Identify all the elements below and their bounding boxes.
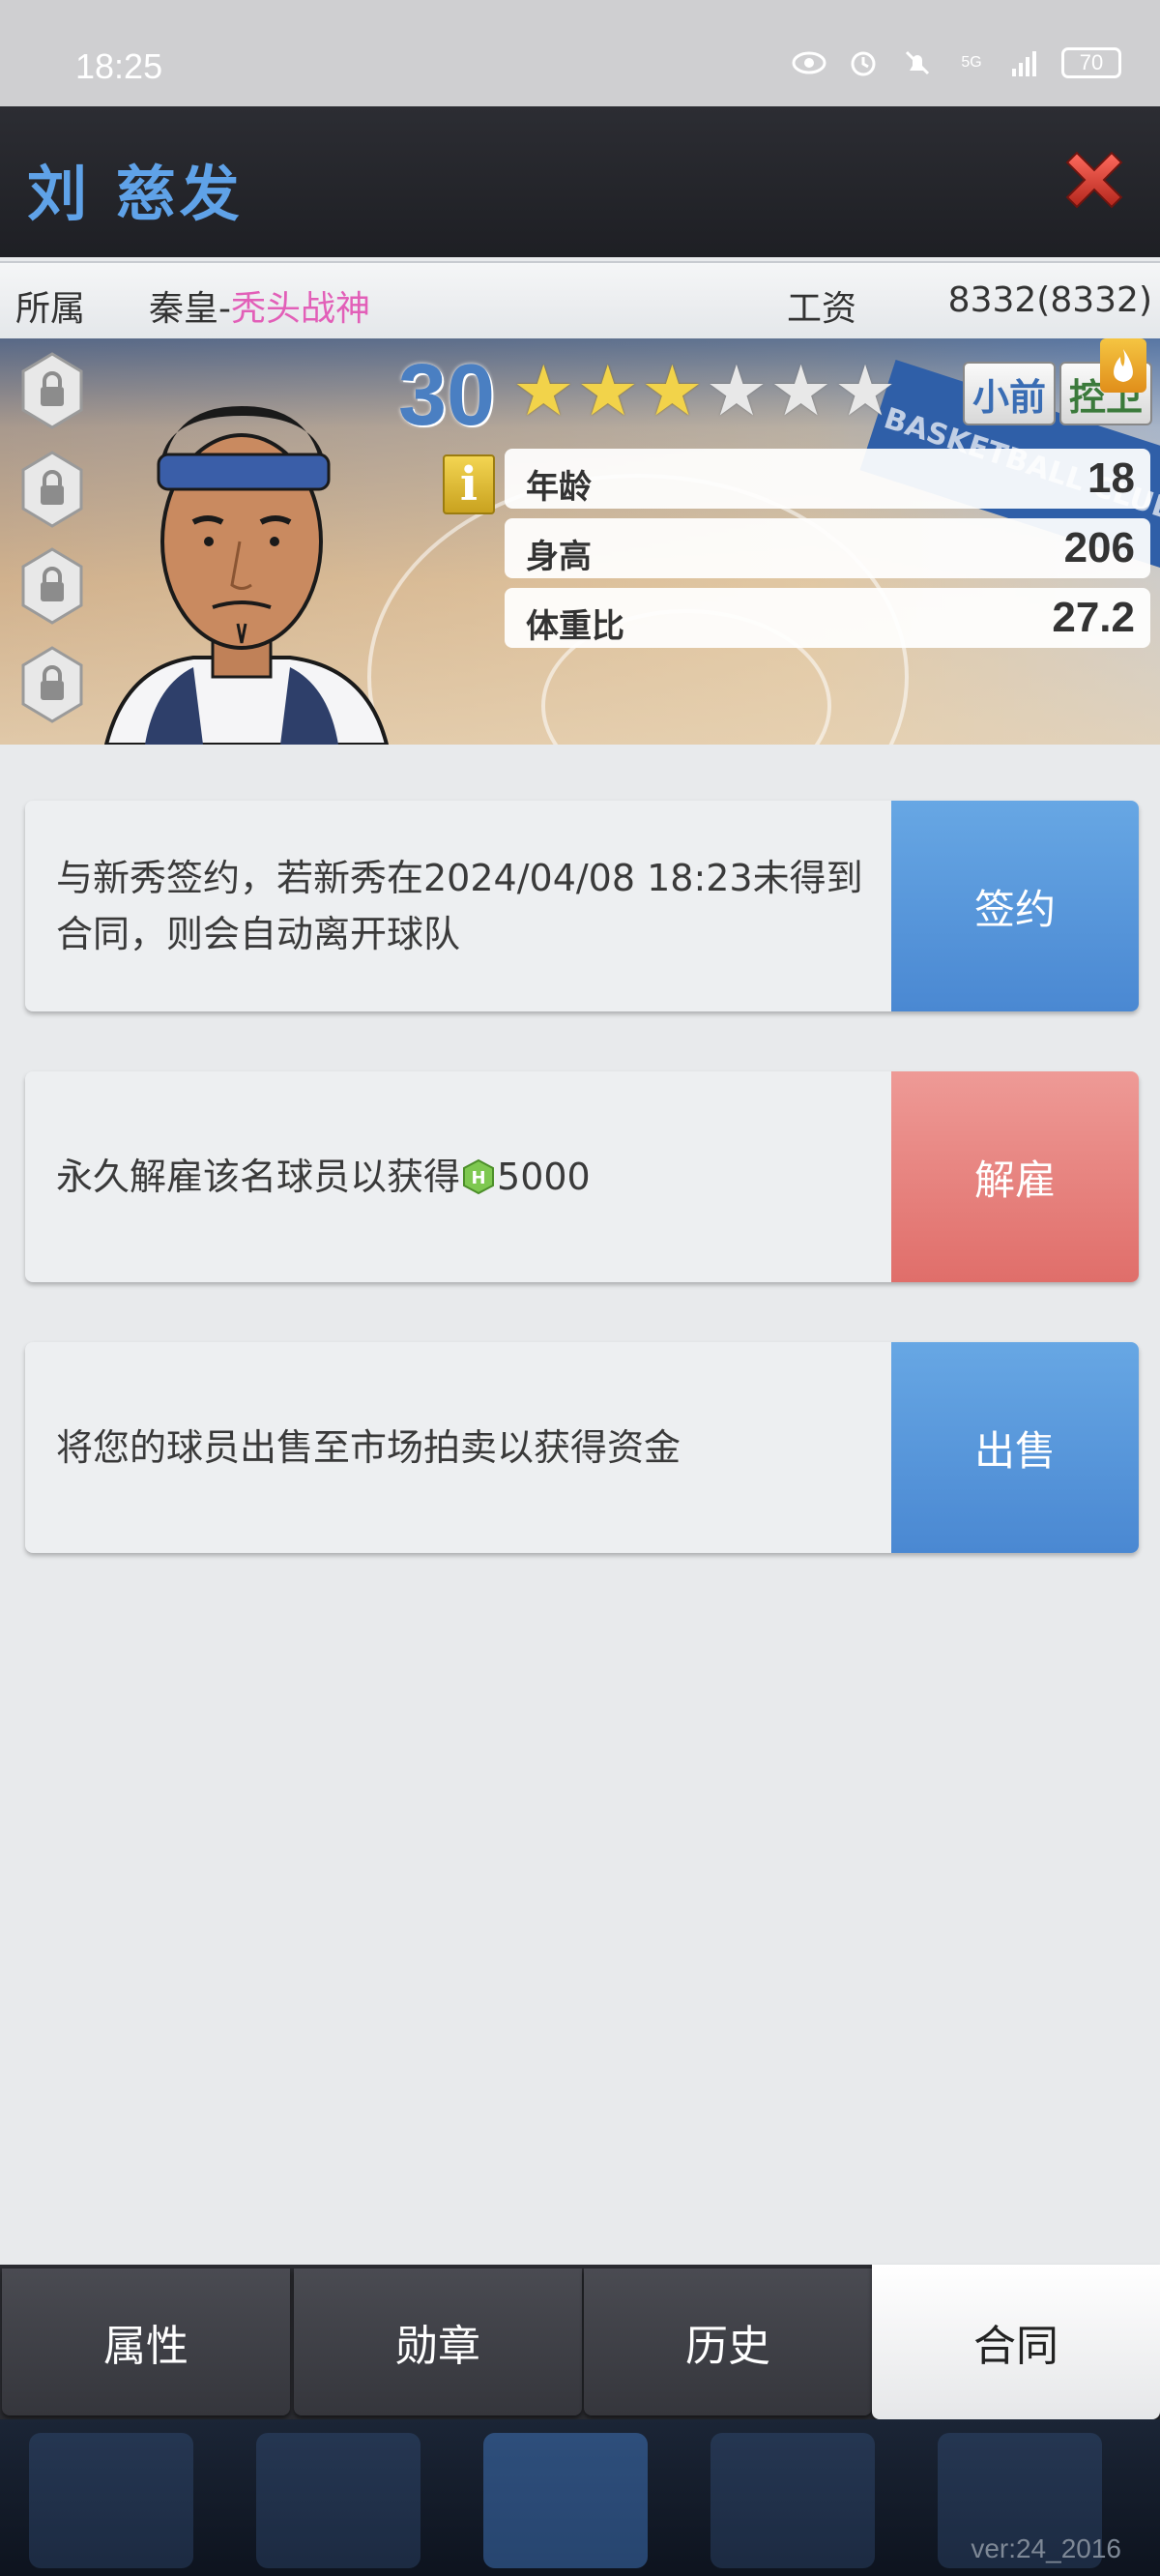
player-avatar: [87, 377, 396, 745]
tab-bar: 属性 勋章 历史 合同: [0, 2265, 1160, 2419]
lock-icon[interactable]: [21, 547, 83, 625]
stat-label: 年龄: [526, 468, 592, 507]
nav-item[interactable]: [29, 2433, 193, 2568]
star-icon: ★: [512, 350, 575, 431]
action-card-sign: 与新秀签约，若新秀在2024/04/08 18:23未得到合同，则会自动离开球队…: [25, 801, 1139, 1011]
signal-bars-icon: [1007, 46, 1044, 79]
release-description: 永久解雇该名球员以获得 H 5000: [56, 1071, 887, 1282]
action-card-sell: 将您的球员出售至市场拍卖以获得资金 出售: [25, 1342, 1139, 1553]
salary-value: 8332(8332): [947, 280, 1152, 320]
stat-label: 身高: [526, 538, 592, 576]
team-highlight: 秃头战神: [231, 289, 371, 329]
header: 刘 慈发: [0, 106, 1160, 257]
tab-contract[interactable]: 合同: [872, 2265, 1160, 2419]
stat-row-age: 年龄 18: [505, 449, 1150, 509]
tab-attributes[interactable]: 属性: [2, 2269, 290, 2415]
info-strip: 所属 秦皇-秃头战神 工资 8332(8332): [0, 261, 1160, 338]
player-panel: BASKETBALL CLUB 30 ★★★★★★: [0, 338, 1160, 745]
star-icon: ★: [705, 350, 768, 431]
release-amount: 5000: [497, 1156, 591, 1198]
position-badge: 小前: [963, 362, 1057, 425]
fire-icon[interactable]: [1100, 338, 1146, 393]
sell-description: 将您的球员出售至市场拍卖以获得资金: [56, 1426, 682, 1469]
nav-item[interactable]: [256, 2433, 420, 2568]
tab-badges[interactable]: 勋章: [294, 2269, 582, 2415]
sign-description: 与新秀签约，若新秀在2024/04/08 18:23未得到合同，则会自动离开球队: [56, 857, 863, 955]
status-bar: 18:25 5G 70: [0, 0, 1160, 106]
svg-text:H: H: [471, 1168, 485, 1188]
team-name[interactable]: 秦皇-秃头战神: [149, 280, 370, 331]
star-icon: ★: [769, 350, 832, 431]
nav-item[interactable]: [710, 2433, 875, 2568]
status-time: 18:25: [75, 46, 163, 86]
release-button[interactable]: 解雇: [891, 1071, 1139, 1282]
star-rating: ★ ★ ★ ★ ★ ★: [512, 356, 896, 425]
currency-icon: H: [463, 1158, 495, 1195]
sign-button[interactable]: 签约: [891, 801, 1139, 1011]
sell-button[interactable]: 出售: [891, 1342, 1139, 1553]
star-icon: ★: [641, 350, 704, 431]
alarm-icon: [845, 46, 882, 79]
stat-row-weight-ratio: 体重比 27.2: [505, 588, 1150, 648]
eye-icon: [791, 46, 827, 79]
action-card-release: 永久解雇该名球员以获得 H 5000 解雇: [25, 1071, 1139, 1282]
close-icon[interactable]: [1058, 143, 1131, 217]
signal-5g-icon: 5G: [961, 54, 982, 71]
stat-label: 体重比: [526, 607, 624, 646]
team-label: 所属: [15, 289, 86, 329]
lock-icon[interactable]: [21, 451, 83, 528]
salary-label: 工资: [787, 289, 857, 329]
stat-value: 206: [1063, 524, 1135, 571]
stat-row-height: 身高 206: [505, 518, 1150, 578]
stat-value: 27.2: [1052, 594, 1135, 641]
lock-icon[interactable]: [21, 646, 83, 723]
battery-icon: 70: [1061, 47, 1121, 78]
tab-history[interactable]: 历史: [584, 2269, 872, 2415]
player-rating: 30: [398, 347, 496, 444]
star-icon: ★: [833, 350, 897, 431]
version-label: ver:24_2016: [971, 2533, 1121, 2563]
status-icons: 5G 70: [791, 46, 1121, 79]
release-text: 永久解雇该名球员以获得: [56, 1156, 461, 1198]
star-icon: ★: [576, 350, 640, 431]
team-prefix: 秦皇-: [149, 289, 231, 329]
nav-item[interactable]: [483, 2433, 648, 2568]
player-name: 刘 慈发: [27, 159, 244, 229]
lock-icon[interactable]: [21, 352, 83, 429]
stat-value: 18: [1088, 454, 1135, 502]
info-icon[interactable]: i: [443, 454, 495, 514]
mute-icon: [899, 46, 936, 79]
